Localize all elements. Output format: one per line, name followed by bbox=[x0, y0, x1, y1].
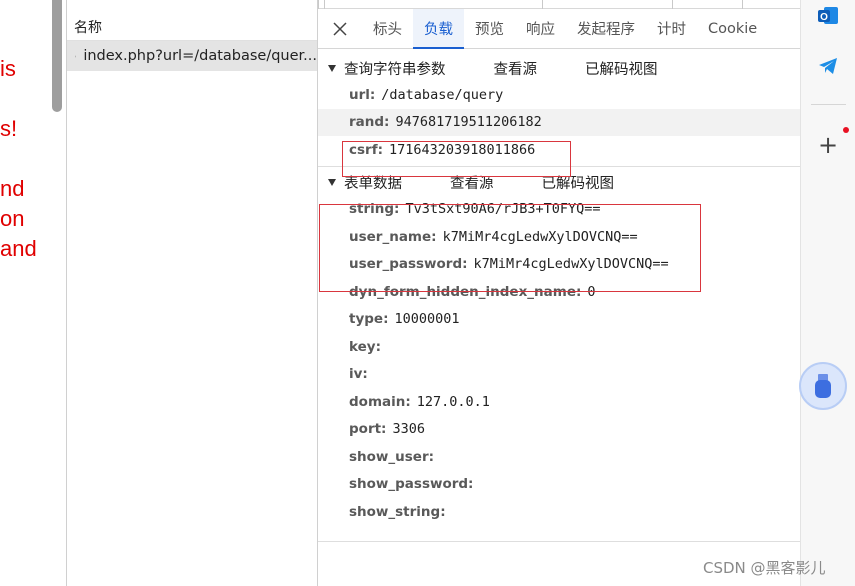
param-value: /database/query bbox=[381, 86, 504, 103]
tab-response[interactable]: 响应 bbox=[515, 9, 566, 48]
request-details-panel: 标头 负载 预览 响应 发起程序 计时 Cookie 查询字符串参数 查看源 已… bbox=[318, 9, 800, 586]
name-column-header[interactable]: 名称 bbox=[67, 0, 317, 41]
tab-headers[interactable]: 标头 bbox=[362, 9, 413, 48]
page-text-fragment: s! bbox=[0, 116, 18, 141]
form-param-row: type: 10000001 bbox=[318, 306, 800, 334]
param-value: 3306 bbox=[392, 421, 425, 438]
credentials-highlight-box bbox=[319, 204, 701, 292]
csrf-highlight-box bbox=[342, 141, 571, 177]
page-text-fragment: nd bbox=[0, 176, 25, 201]
param-value: 10000001 bbox=[394, 311, 460, 328]
view-decoded-link[interactable]: 已解码视图 bbox=[585, 58, 658, 79]
usb-drive-icon bbox=[815, 374, 831, 398]
page-text-fragment: on bbox=[0, 206, 25, 231]
param-row: url: /database/query bbox=[318, 81, 800, 109]
add-icon[interactable]: + bbox=[814, 131, 842, 159]
form-param-row: domain: 127.0.0.1 bbox=[318, 388, 800, 416]
param-key: url: bbox=[349, 86, 376, 103]
tab-payload[interactable]: 负载 bbox=[413, 9, 464, 49]
expand-triangle-icon bbox=[328, 179, 336, 186]
param-key: type: bbox=[349, 311, 389, 328]
query-string-section-header[interactable]: 查询字符串参数 查看源 已解码视图 bbox=[318, 55, 800, 81]
form-param-row: show_string: bbox=[318, 498, 800, 526]
form-param-row: iv: bbox=[318, 361, 800, 389]
browser-sidebar: O + bbox=[800, 0, 855, 586]
document-icon bbox=[75, 55, 77, 57]
form-param-row: show_password: bbox=[318, 471, 800, 499]
request-name: index.php?url=/database/quer... bbox=[83, 48, 317, 64]
notification-dot bbox=[843, 127, 849, 133]
form-param-row: key: bbox=[318, 333, 800, 361]
param-value: 127.0.0.1 bbox=[416, 393, 490, 410]
param-key: show_string: bbox=[349, 503, 446, 520]
details-tab-bar: 标头 负载 预览 响应 发起程序 计时 Cookie bbox=[318, 9, 800, 49]
svg-text:O: O bbox=[820, 12, 828, 23]
param-key: show_user: bbox=[349, 448, 435, 465]
page-text-fragment: is bbox=[0, 56, 16, 81]
page-scrollbar-thumb[interactable] bbox=[52, 0, 62, 112]
param-row: rand: 947681719511206182 bbox=[318, 108, 800, 136]
usb-device-button[interactable] bbox=[799, 362, 847, 410]
param-key: domain: bbox=[349, 393, 411, 410]
close-details-button[interactable] bbox=[318, 9, 362, 48]
telegram-icon[interactable] bbox=[814, 52, 842, 80]
tab-cookie[interactable]: Cookie bbox=[697, 9, 768, 48]
close-icon bbox=[333, 21, 347, 36]
param-key: show_password: bbox=[349, 476, 474, 493]
param-key: key: bbox=[349, 338, 381, 355]
param-value: 947681719511206182 bbox=[395, 114, 542, 131]
tab-preview[interactable]: 预览 bbox=[464, 9, 515, 48]
form-param-row: port: 3306 bbox=[318, 416, 800, 444]
tab-initiator[interactable]: 发起程序 bbox=[566, 9, 646, 48]
outlook-icon[interactable]: O bbox=[814, 2, 842, 30]
request-row[interactable]: index.php?url=/database/quer... bbox=[67, 41, 317, 71]
request-list-panel: 名称 index.php?url=/database/quer... bbox=[66, 0, 318, 586]
view-source-link[interactable]: 查看源 bbox=[494, 58, 538, 79]
panel-bottom-divider bbox=[318, 541, 800, 542]
csdn-watermark: CSDN @黑客影儿 bbox=[703, 559, 826, 577]
page-content-strip: is s! nd on and bbox=[0, 0, 66, 586]
form-param-row: show_user: bbox=[318, 443, 800, 471]
sidebar-separator bbox=[811, 104, 846, 105]
section-title: 查询字符串参数 bbox=[344, 61, 446, 78]
param-key: port: bbox=[349, 421, 387, 438]
tab-timing[interactable]: 计时 bbox=[646, 9, 697, 48]
param-key: rand: bbox=[349, 114, 390, 131]
page-text-fragment: and bbox=[0, 236, 37, 261]
param-key: iv: bbox=[349, 366, 368, 383]
expand-triangle-icon bbox=[328, 64, 336, 72]
